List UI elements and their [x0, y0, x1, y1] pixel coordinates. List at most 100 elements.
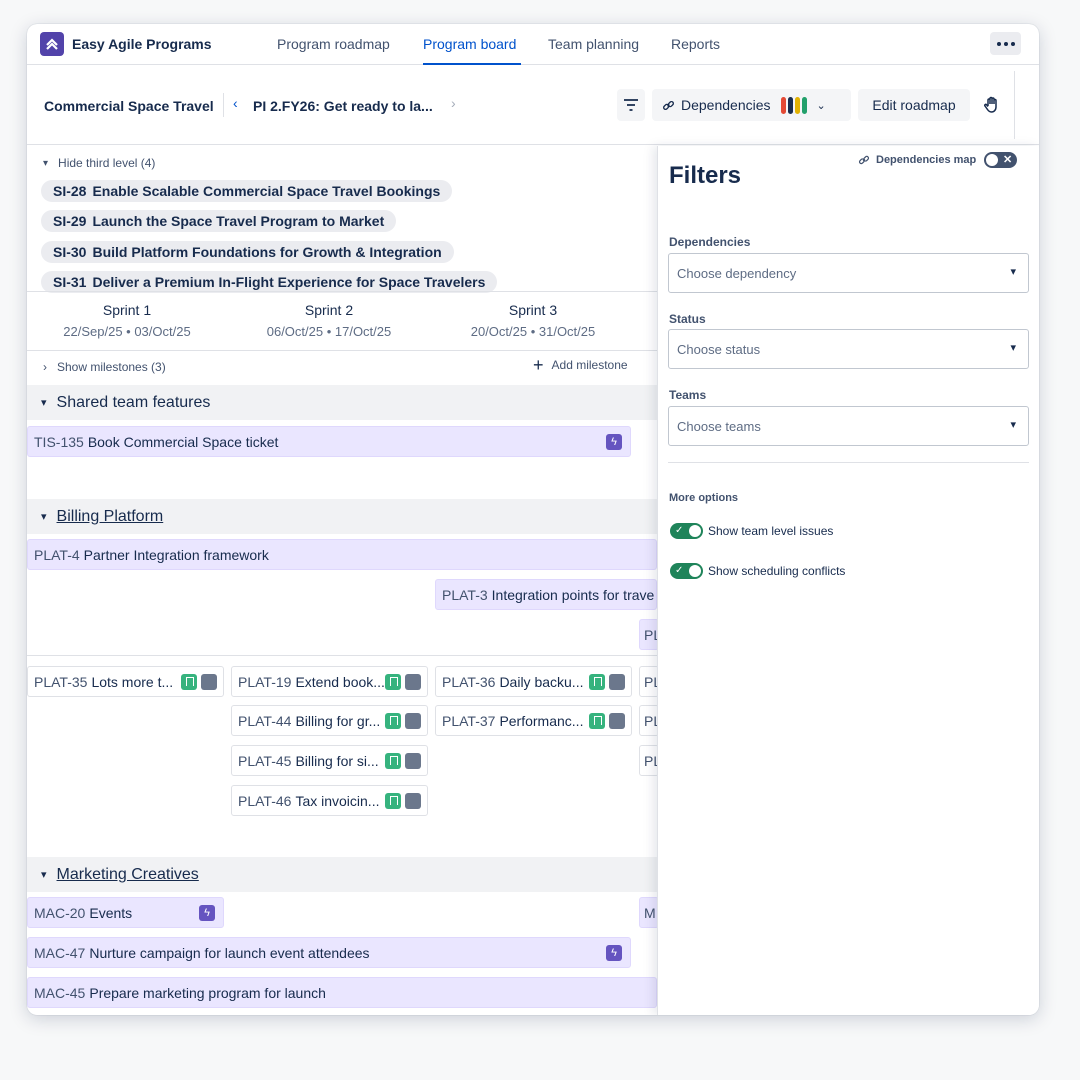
status-icon	[405, 674, 421, 690]
si-key: SI-29	[53, 213, 87, 229]
dependencies-map-label: Dependencies map	[876, 154, 977, 166]
row-divider	[27, 655, 657, 656]
add-milestone-label: Add milestone	[551, 358, 628, 372]
story-title: Extend book...	[295, 674, 385, 690]
feature-title: Events	[89, 905, 133, 921]
strategic-item-chip[interactable]: SI-31 Deliver a Premium In-Flight Experie…	[41, 271, 498, 293]
feature-title: Book Commercial Space ticket	[87, 434, 279, 450]
feature-card[interactable]: MAC-45 Prepare marketing program for laun…	[27, 977, 657, 1008]
clipped-feature-card[interactable]: M	[639, 897, 659, 928]
chevron-down-icon: ▾	[41, 397, 47, 409]
story-key: PLAT-46	[238, 793, 292, 809]
panel-title: Filters	[669, 162, 742, 189]
chevron-left-icon[interactable]: ‹	[233, 95, 238, 111]
clipped-feature-card[interactable]: PL	[639, 619, 659, 650]
tab-reports[interactable]: Reports	[671, 36, 720, 52]
feature-card[interactable]: TIS-135 Book Commercial Space ticket ϟ	[27, 426, 631, 457]
status-select[interactable]: Choose status ▾	[668, 329, 1029, 369]
feature-title: Nurture campaign for launch event attend…	[89, 945, 370, 961]
strategic-item-chip[interactable]: SI-28 Enable Scalable Commercial Space Tr…	[41, 180, 453, 202]
dep-color-swatch	[780, 96, 786, 114]
feature-title: Prepare marketing program for launch	[89, 985, 326, 1001]
app-logo-icon[interactable]	[40, 32, 64, 56]
story-card[interactable]: PLAT-36 Daily backu...	[435, 666, 632, 697]
story-icon	[589, 713, 605, 729]
dep-color-swatch	[794, 96, 800, 114]
story-card[interactable]: PLAT-44 Billing for gr...	[231, 705, 428, 736]
clipped-story-card[interactable]: PL	[639, 745, 659, 776]
show-milestones-toggle[interactable]: › Show milestones (3)	[43, 360, 166, 374]
program-board: ▾ Hide third level (4) SI-28 Enable Scala…	[27, 146, 659, 1015]
edit-roadmap-button[interactable]: Edit roadmap	[858, 89, 970, 121]
dependencies-button[interactable]: Dependencies ⌄	[652, 89, 851, 121]
status-icon	[405, 713, 421, 729]
clipped-story-card[interactable]: PL	[639, 666, 659, 697]
dependency-select[interactable]: Choose dependency ▾	[668, 253, 1029, 293]
program-name[interactable]: Commercial Space Travel	[44, 98, 214, 114]
filter-button[interactable]	[617, 89, 645, 121]
scheduling-conflicts-toggle[interactable]: ✓	[670, 563, 703, 579]
story-icon	[589, 674, 605, 690]
si-key: SI-31	[53, 274, 87, 290]
feature-key: MAC-45	[34, 985, 86, 1001]
story-title: Billing for si...	[295, 753, 379, 769]
dependencies-map-toggle[interactable]: ✕	[984, 152, 1018, 168]
team-level-issues-toggle[interactable]: ✓	[670, 523, 703, 539]
story-title: Billing for gr...	[295, 713, 381, 729]
chevron-down-icon: ⌄	[816, 99, 826, 112]
hide-third-level-toggle[interactable]: ▾ Hide third level (4)	[43, 156, 155, 170]
hand-icon	[983, 96, 997, 113]
tab-program-roadmap[interactable]: Program roadmap	[277, 36, 390, 52]
feature-card[interactable]: PLAT-3 Integration points for trave	[435, 579, 657, 610]
strategic-item-chip[interactable]: SI-29 Launch the Space Travel Program to …	[41, 210, 397, 232]
pan-hand-button[interactable]	[976, 89, 1007, 121]
si-title: Build Platform Foundations for Growth & …	[92, 244, 442, 260]
teams-select[interactable]: Choose teams ▾	[668, 406, 1029, 446]
si-key: SI-30	[53, 244, 87, 260]
story-card[interactable]: PLAT-45 Billing for si...	[231, 745, 428, 776]
chevron-down-icon: ▾	[1010, 342, 1016, 354]
si-title: Deliver a Premium In-Flight Experience f…	[92, 274, 486, 290]
link-icon	[663, 100, 674, 110]
story-key: PLAT-35	[34, 674, 88, 690]
story-card[interactable]: PLAT-19 Extend book...	[231, 666, 428, 697]
team-header-shared[interactable]: ▾ Shared team features	[27, 385, 657, 420]
lightning-icon: ϟ	[199, 905, 215, 921]
dep-color-swatch	[801, 96, 807, 114]
chevron-right-icon[interactable]: ›	[451, 95, 456, 111]
team-name: Billing Platform	[56, 507, 164, 525]
feature-card[interactable]: MAC-20 Events ϟ	[27, 897, 224, 928]
tab-team-planning[interactable]: Team planning	[548, 36, 639, 52]
chevron-down-icon: ▾	[1010, 419, 1016, 431]
filters-panel: Dependencies map ✕ Filters Dependencies …	[657, 146, 1039, 1015]
select-placeholder: Choose dependency	[677, 266, 797, 281]
app-window: Easy Agile Programs Program roadmap Prog…	[27, 24, 1039, 1015]
filter-icon	[624, 99, 638, 111]
feature-card[interactable]: MAC-47 Nurture campaign for launch event …	[27, 937, 631, 968]
story-title: Tax invoicin...	[295, 793, 380, 809]
story-card[interactable]: PLAT-46 Tax invoicin...	[231, 785, 428, 816]
feature-title: Integration points for trave	[491, 587, 655, 603]
story-card[interactable]: PLAT-37 Performanc...	[435, 705, 632, 736]
chevron-right-icon: ›	[43, 360, 47, 374]
add-milestone-button[interactable]: + Add milestone	[533, 356, 628, 374]
story-key: PLAT-45	[238, 753, 292, 769]
feature-key: PLAT-3	[442, 587, 488, 603]
team-header-marketing[interactable]: ▾ Marketing Creatives	[27, 857, 657, 892]
story-icon	[385, 753, 401, 769]
more-actions-button[interactable]	[990, 32, 1021, 55]
chevron-down-icon: ▾	[43, 157, 49, 169]
sprint-name: Sprint 2	[304, 302, 354, 318]
tab-program-board[interactable]: Program board	[423, 36, 516, 52]
story-key: PLAT-19	[238, 674, 292, 690]
team-header-billing[interactable]: ▾ Billing Platform	[27, 499, 657, 534]
pi-selector[interactable]: PI 2.FY26: Get ready to la...	[253, 98, 433, 114]
story-key: PLAT-37	[442, 713, 496, 729]
feature-card[interactable]: PLAT-4 Partner Integration framework	[27, 539, 657, 570]
story-card[interactable]: PLAT-35 Lots more t...	[27, 666, 224, 697]
feature-key: TIS-135	[34, 434, 84, 450]
clipped-story-card[interactable]: PL	[639, 705, 659, 736]
check-icon: ✓	[675, 525, 684, 536]
story-key: PLAT-44	[238, 713, 292, 729]
strategic-item-chip[interactable]: SI-30 Build Platform Foundations for Grow…	[41, 241, 454, 263]
